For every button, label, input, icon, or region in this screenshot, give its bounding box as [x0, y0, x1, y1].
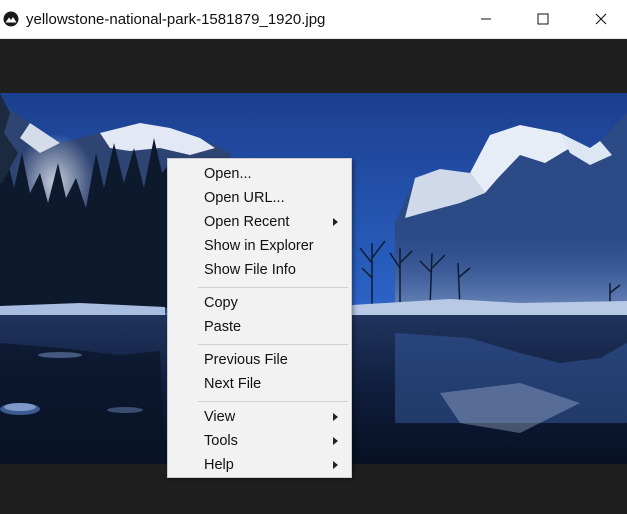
- menu-item-label: Tools: [204, 433, 238, 449]
- menu-item-open-recent[interactable]: Open Recent: [170, 211, 349, 233]
- menu-item-open-url[interactable]: Open URL...: [170, 187, 349, 209]
- menu-item-label: Copy: [204, 295, 238, 311]
- menu-item-label: Previous File: [204, 352, 288, 368]
- minimize-icon: [481, 18, 491, 20]
- minimize-button[interactable]: [463, 0, 509, 38]
- menu-item-label: Open URL...: [204, 190, 285, 206]
- submenu-arrow-icon: [333, 413, 338, 421]
- submenu-arrow-icon: [333, 218, 338, 226]
- menu-item-help[interactable]: Help: [170, 454, 349, 476]
- menu-item-label: View: [204, 409, 236, 425]
- menu-item-copy[interactable]: Copy: [170, 292, 349, 314]
- menu-item-previous-file[interactable]: Previous File: [170, 349, 349, 371]
- menu-item-label: Show File Info: [204, 262, 296, 278]
- menu-item-view[interactable]: View: [170, 406, 349, 428]
- mountain-app-icon[interactable]: [3, 11, 19, 27]
- title-bar[interactable]: yellowstone-national-park-1581879_1920.j…: [0, 0, 627, 39]
- context-menu: Open... Open URL... Open Recent Show in Exp…: [167, 158, 352, 478]
- maximize-button[interactable]: [520, 0, 566, 38]
- menu-item-show-in-explorer[interactable]: Show in Explorer: [170, 235, 349, 257]
- close-button[interactable]: [578, 0, 624, 38]
- menu-item-open[interactable]: Open...: [170, 163, 349, 185]
- submenu-arrow-icon: [333, 461, 338, 469]
- close-icon: [595, 13, 607, 25]
- menu-item-label: Open...: [204, 166, 252, 182]
- maximize-icon: [537, 13, 549, 25]
- menu-item-next-file[interactable]: Next File: [170, 373, 349, 395]
- menu-item-label: Help: [204, 457, 234, 473]
- menu-item-label: Show in Explorer: [204, 238, 314, 254]
- menu-item-label: Open Recent: [204, 214, 290, 230]
- image-viewer-window: yellowstone-national-park-1581879_1920.j…: [0, 0, 627, 514]
- menu-item-tools[interactable]: Tools: [170, 430, 349, 452]
- menu-separator: [198, 401, 348, 402]
- menu-separator: [198, 344, 348, 345]
- menu-item-label: Next File: [204, 376, 262, 392]
- menu-item-show-file-info[interactable]: Show File Info: [170, 259, 349, 281]
- submenu-arrow-icon: [333, 437, 338, 445]
- menu-item-label: Paste: [204, 319, 242, 335]
- window-title: yellowstone-national-park-1581879_1920.j…: [26, 11, 326, 28]
- menu-separator: [198, 287, 348, 288]
- menu-item-paste[interactable]: Paste: [170, 316, 349, 338]
